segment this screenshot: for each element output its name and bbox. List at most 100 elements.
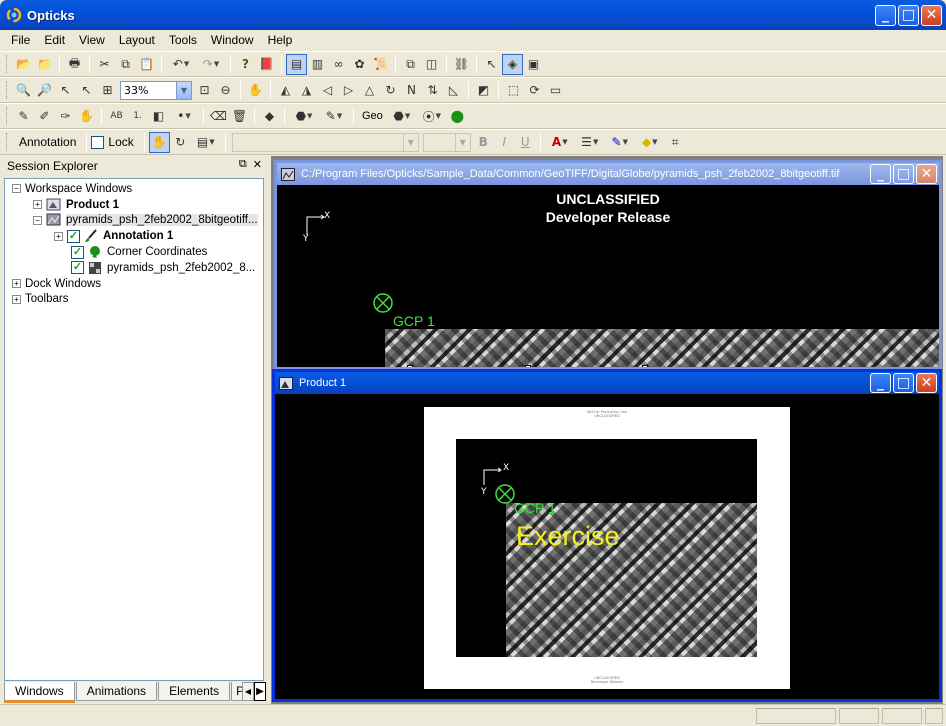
- menu-view[interactable]: View: [72, 33, 112, 47]
- spatial-view-canvas[interactable]: UNCLASSIFIED Developer Release X Y GCP 1: [277, 185, 939, 367]
- tree-item-dock-windows[interactable]: + Dock Windows: [5, 276, 263, 292]
- draw-mode-icon[interactable]: ✎ ▼: [319, 106, 349, 127]
- copy-icon[interactable]: ⧉: [115, 54, 136, 75]
- tree-item-raster-layer[interactable]: ✓ pyramids_psh_2feb2002_8...: [5, 260, 263, 276]
- font-family-combo[interactable]: ▼: [231, 132, 419, 152]
- shape-icon[interactable]: ⬣ ▼: [289, 106, 319, 127]
- underline-icon[interactable]: U: [515, 132, 536, 153]
- spatial-data-window[interactable]: C:/Program Files/Opticks/Sample_Data/Com…: [274, 160, 942, 370]
- menu-edit[interactable]: Edit: [37, 33, 72, 47]
- undo-icon[interactable]: ↶ ▼: [166, 54, 196, 75]
- geo-pin-icon[interactable]: ⦿ ▼: [417, 106, 447, 127]
- snap-grid-icon[interactable]: ⌗: [665, 132, 686, 153]
- selection-handle[interactable]: [407, 365, 413, 367]
- chevron-down-icon[interactable]: ▼: [176, 81, 191, 99]
- layers-plugin-icon[interactable]: ✿: [349, 54, 370, 75]
- tab-scroll-right-icon[interactable]: ▶: [254, 682, 266, 701]
- overview-binoculars-icon[interactable]: ∞: [328, 54, 349, 75]
- zoom-in-icon[interactable]: 🔍: [13, 80, 34, 101]
- pan-hand-icon[interactable]: ✋: [245, 80, 266, 101]
- menu-window[interactable]: Window: [204, 33, 261, 47]
- reset-orientation-icon[interactable]: ↻: [380, 80, 401, 101]
- tree-item-product[interactable]: + Product 1: [5, 197, 263, 213]
- bold-icon[interactable]: B: [473, 132, 494, 153]
- properties-icon[interactable]: ▣: [523, 54, 544, 75]
- lock-checkbox[interactable]: [91, 135, 105, 149]
- select-pointer-icon[interactable]: ↖: [481, 54, 502, 75]
- tree-item-spatial-data[interactable]: − pyramids_psh_2feb2002_8bitgeotiff...: [5, 213, 263, 229]
- product-window[interactable]: Product 1 _ □ ✕ Not For Production Use U…: [272, 369, 942, 702]
- print-icon[interactable]: 🖶: [64, 54, 85, 75]
- zoom-rect-icon[interactable]: ⊞: [97, 80, 118, 101]
- open-file-icon[interactable]: 📁: [34, 54, 55, 75]
- maximize-button[interactable]: □: [893, 373, 914, 393]
- window-stack-icon[interactable]: ⧉: [400, 54, 421, 75]
- collapse-icon[interactable]: −: [12, 184, 21, 194]
- expand-icon[interactable]: +: [33, 200, 42, 210]
- menu-tools[interactable]: Tools: [162, 33, 204, 47]
- pitch-icon[interactable]: ◺: [443, 80, 464, 101]
- maximize-button[interactable]: □: [898, 5, 919, 26]
- collapse-icon[interactable]: −: [33, 215, 42, 225]
- sensor-up-icon[interactable]: ⇅: [422, 80, 443, 101]
- tab-scroll-left-icon[interactable]: ◀: [242, 682, 254, 701]
- centroid-icon[interactable]: ◆: [259, 106, 280, 127]
- paste-icon[interactable]: 📋: [136, 54, 157, 75]
- page-view-frame[interactable]: X Y GCP 1 Exercise: [456, 439, 757, 657]
- flip-vertical-icon[interactable]: ◮: [296, 80, 317, 101]
- open-folder-icon[interactable]: 📂: [13, 54, 34, 75]
- line-color-icon[interactable]: ✎ ▼: [605, 132, 635, 153]
- toolbar-grip[interactable]: [6, 55, 9, 73]
- refresh-icon[interactable]: ⟳: [524, 80, 545, 101]
- redo-icon[interactable]: ↷ ▼: [196, 54, 226, 75]
- maximize-button[interactable]: □: [893, 164, 914, 184]
- gcp-marker-icon[interactable]: ⬤: [447, 106, 468, 127]
- tree-item-toolbars[interactable]: + Toolbars: [5, 292, 263, 308]
- bitmask-icon[interactable]: ◧: [148, 106, 169, 127]
- help-question-icon[interactable]: ?: [235, 54, 256, 75]
- session-explorer-icon[interactable]: ▤: [286, 53, 307, 75]
- italic-icon[interactable]: I: [494, 132, 515, 153]
- close-panel-icon[interactable]: ✕: [253, 158, 262, 171]
- zoom-point-out-icon[interactable]: ↖: [76, 80, 97, 101]
- link-icon[interactable]: ⛓: [451, 54, 472, 75]
- annotation-text[interactable]: Exercise: [516, 521, 620, 552]
- erase-draw-icon[interactable]: ✑: [55, 106, 76, 127]
- layer-visibility-checkbox[interactable]: ✓: [67, 229, 80, 243]
- menu-help[interactable]: Help: [261, 33, 300, 47]
- product-window-title-bar[interactable]: Product 1 _ □ ✕: [275, 372, 939, 394]
- minimize-button[interactable]: _: [875, 5, 896, 26]
- zoom-point-in-icon[interactable]: ↖: [55, 80, 76, 101]
- scroll-icon[interactable]: 📜: [370, 54, 391, 75]
- zoom-level-combo[interactable]: 33% ▼: [120, 80, 192, 100]
- zoom-to-fit-icon[interactable]: ⊡: [194, 80, 215, 101]
- help-book-icon[interactable]: 📕: [256, 54, 277, 75]
- product-view-canvas[interactable]: Not For Production Use UNCLASSIFIED X Y …: [275, 394, 939, 699]
- minimize-button[interactable]: _: [870, 164, 891, 184]
- chip-image-icon[interactable]: ⬚: [503, 80, 524, 101]
- text-color-icon[interactable]: A ▼: [545, 132, 575, 153]
- tree-item-annotation-layer[interactable]: + ✓ Annotation 1: [5, 228, 263, 244]
- selection-handle[interactable]: [525, 365, 531, 367]
- fill-color-icon[interactable]: ◆ ▼: [635, 132, 665, 153]
- close-button[interactable]: ✕: [921, 5, 942, 26]
- pencil-icon[interactable]: ✎: [13, 106, 34, 127]
- layers-icon[interactable]: ◈: [502, 53, 523, 75]
- expand-icon[interactable]: +: [12, 294, 21, 304]
- zoom-out-icon[interactable]: 🔎: [34, 80, 55, 101]
- tree-item-corner-coordinates[interactable]: ✓ Corner Coordinates: [5, 244, 263, 260]
- rotate-right-icon[interactable]: ▷: [338, 80, 359, 101]
- hand-tool-icon[interactable]: ✋: [76, 106, 97, 127]
- float-dock-icon[interactable]: ⧉: [239, 158, 247, 171]
- pan-hand-icon[interactable]: ✋: [148, 131, 170, 153]
- rotate-by-icon[interactable]: △: [359, 80, 380, 101]
- expand-icon[interactable]: +: [54, 231, 63, 241]
- zoom-actual-icon[interactable]: ⊖: [215, 80, 236, 101]
- close-button[interactable]: ✕: [916, 164, 937, 184]
- line-width-icon[interactable]: ☰ ▼: [575, 132, 605, 153]
- rotate-left-icon[interactable]: ◁: [317, 80, 338, 101]
- point-style-icon[interactable]: • ▼: [169, 106, 199, 127]
- selection-handle[interactable]: [642, 365, 648, 367]
- spatial-window-title-bar[interactable]: C:/Program Files/Opticks/Sample_Data/Com…: [277, 163, 939, 185]
- delete-icon[interactable]: 🗑: [229, 106, 250, 127]
